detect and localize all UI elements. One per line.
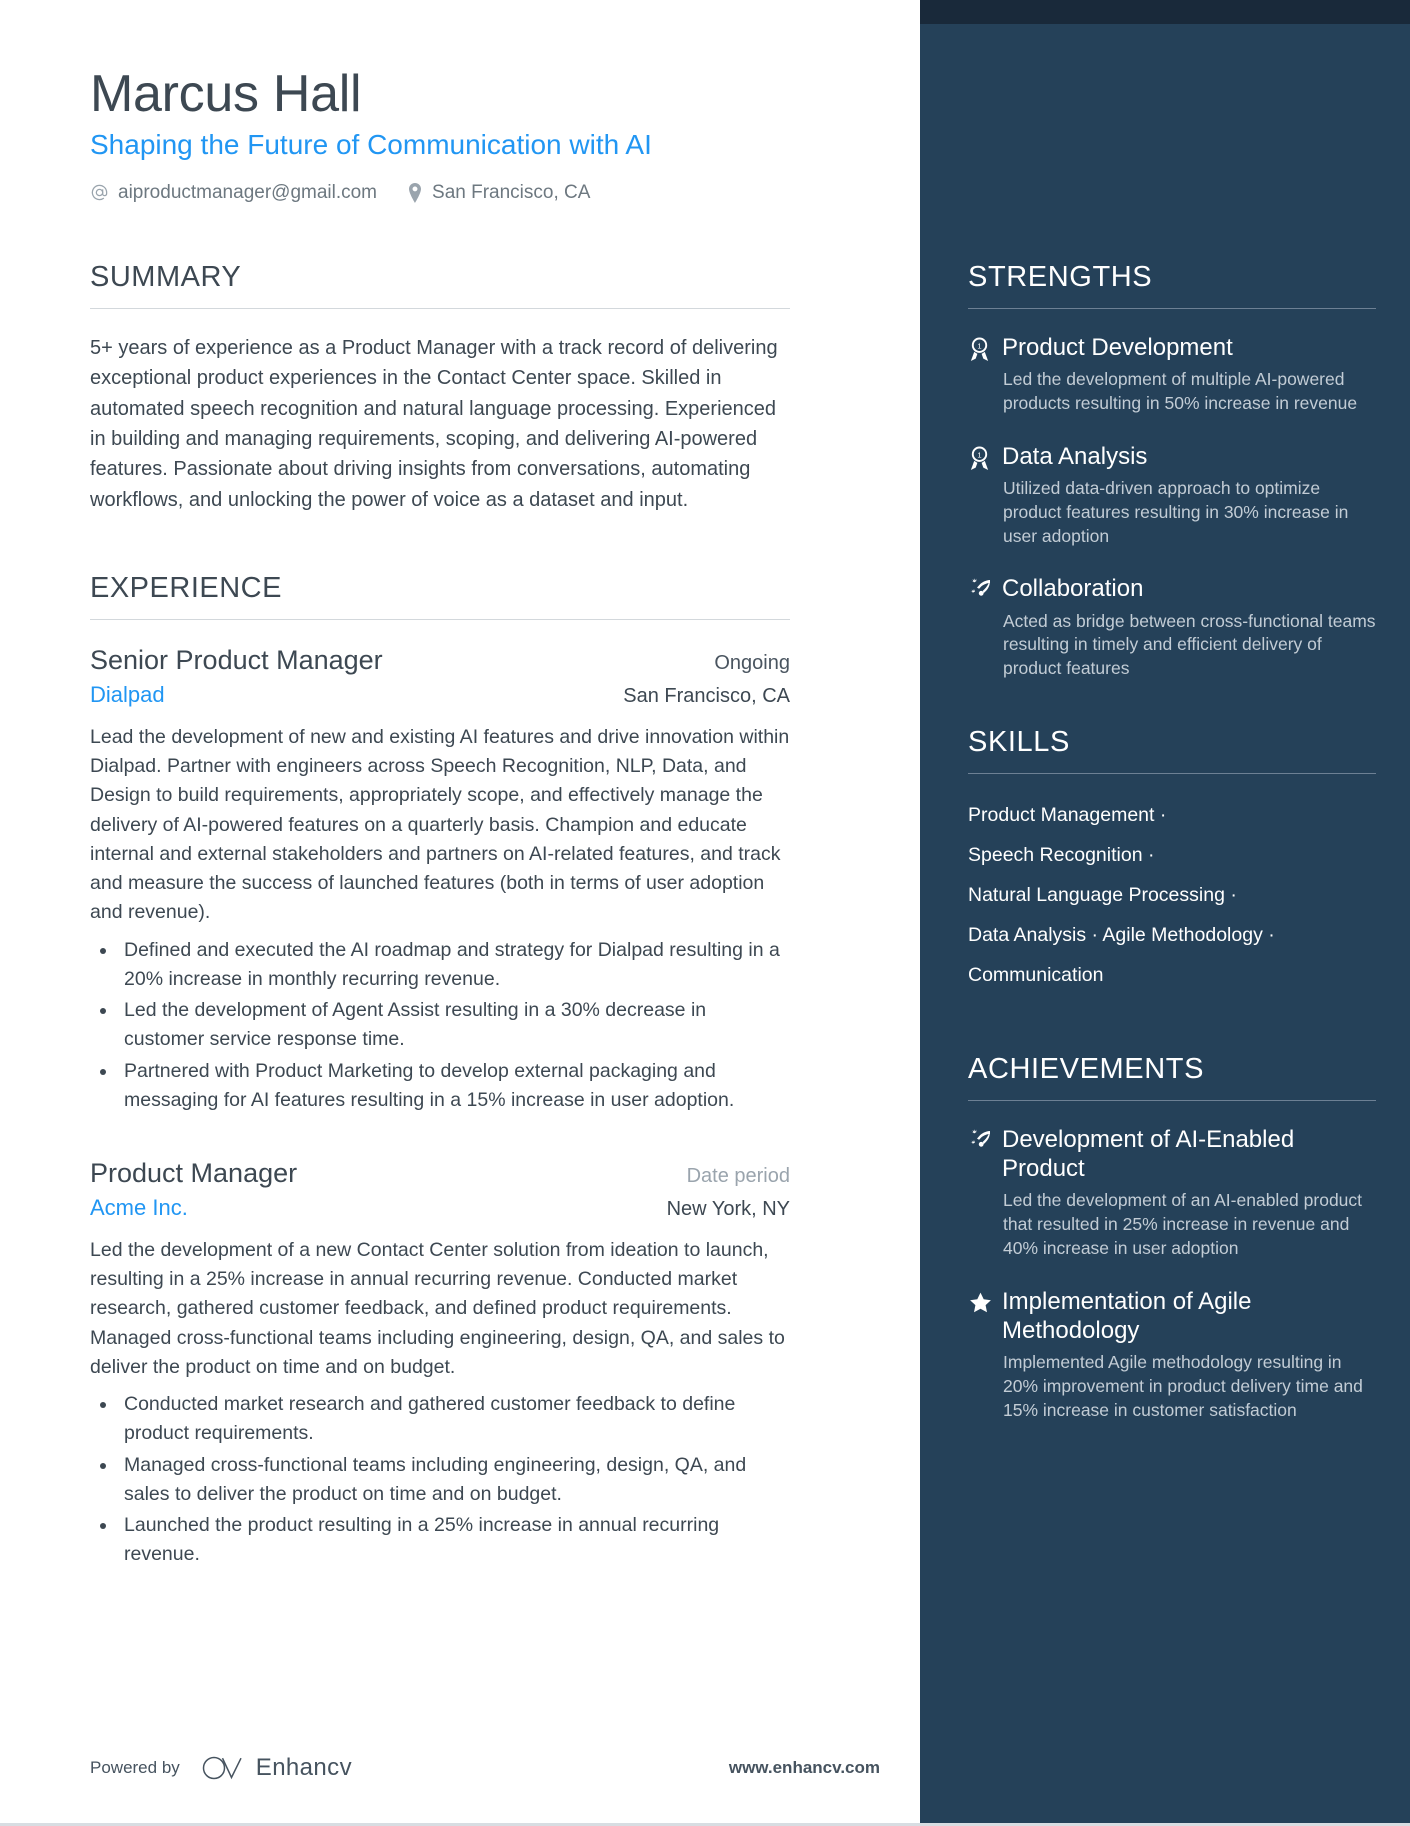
skills-list: Product Management · Speech Recognition … [968, 796, 1376, 996]
section-summary: SUMMARY 5+ years of experience as a Prod… [90, 260, 790, 515]
rocket-icon [968, 574, 1002, 602]
star-icon [968, 1287, 1002, 1315]
strength-item-title: Collaboration [1002, 575, 1144, 603]
job-bullet-list: Conducted market research and gathered c… [90, 1390, 790, 1570]
list-item: Partnered with Product Marketing to deve… [90, 1057, 790, 1116]
map-pin-icon [407, 182, 423, 203]
footer: Powered by Enhancv www.enhancv.com [90, 1754, 880, 1782]
strength-item-title: Product Development [1002, 333, 1233, 361]
list-item: Managed cross-functional teams including… [90, 1451, 790, 1510]
list-item: Led the development of Agent Assist resu… [90, 996, 790, 1055]
resume-page: Marcus Hall Shaping the Future of Commun… [0, 0, 1410, 1826]
experience-title: EXPERIENCE [90, 572, 282, 605]
sidebar-content: STRENGTHS 1 Product Development Led the [968, 0, 1376, 1423]
achievement-item-body: Development of AI-Enabled Product Led th… [1002, 1125, 1376, 1261]
svg-text:1: 1 [977, 341, 981, 350]
strength-item-description: Utilized data-driven approach to optimiz… [1003, 478, 1349, 546]
achievement-item-title: Development of AI-Enabled Product [1002, 1125, 1295, 1182]
job-description: Led the development of a new Contact Cen… [90, 1238, 785, 1378]
main-column: Marcus Hall Shaping the Future of Commun… [0, 0, 920, 1823]
footer-url[interactable]: www.enhancv.com [729, 1758, 880, 1778]
achievement-item: Development of AI-Enabled Product Led th… [968, 1125, 1376, 1261]
footer-powered-by: Powered by [90, 1758, 180, 1777]
enhancv-logo-icon [202, 1755, 244, 1781]
experience-divider [90, 619, 790, 621]
summary-divider [90, 307, 790, 309]
experience-item-header: Product Manager Date period [90, 1157, 790, 1189]
section-experience: EXPERIENCE Senior Product Manager Ongoin… [90, 572, 790, 1570]
sidebar: STRENGTHS 1 Product Development Led the [920, 0, 1410, 1823]
summary-text: 5+ years of experience as a Product Mana… [90, 336, 778, 511]
skill-line: Product Management · [968, 803, 1167, 826]
job-date: Ongoing [714, 652, 790, 675]
achievements-title: ACHIEVEMENTS [968, 1052, 1205, 1085]
experience-item: Senior Product Manager Ongoing Dialpad S… [90, 644, 790, 1115]
strength-item-title: Data Analysis [1002, 442, 1148, 470]
achievement-item-title: Implementation of Agile Methodology [1002, 1287, 1252, 1344]
skills-title: SKILLS [968, 726, 1070, 759]
contact-row: aiproductmanager@gmail.com San Francisco… [90, 182, 790, 204]
job-description: Lead the development of new and existing… [90, 725, 790, 924]
section-skills: SKILLS Product Management · Speech Recog… [968, 726, 1376, 996]
experience-item-subheader: Dialpad San Francisco, CA [90, 682, 790, 708]
experience-item-subheader: Acme Inc. New York, NY [90, 1195, 790, 1221]
strength-item: 1 Data Analysis Utilized data-driven app… [968, 442, 1376, 549]
section-strengths: STRENGTHS 1 Product Development Led the [968, 261, 1376, 681]
rocket-icon [968, 1125, 1002, 1153]
strengths-divider [968, 307, 1376, 309]
award-medal-icon: 1 [968, 333, 1002, 362]
achievements-divider [968, 1099, 1376, 1101]
job-company[interactable]: Dialpad [90, 682, 165, 708]
strengths-title: STRENGTHS [968, 261, 1153, 293]
strength-item-body: Data Analysis Utilized data-driven appro… [1002, 442, 1376, 549]
achievement-item-description: Led the development of an AI-enabled pro… [1003, 1190, 1363, 1258]
summary-title: SUMMARY [90, 260, 242, 293]
svg-text:1: 1 [977, 450, 981, 459]
contact-email-text: aiproductmanager@gmail.com [118, 181, 378, 203]
experience-item: Product Manager Date period Acme Inc. Ne… [90, 1157, 790, 1570]
award-medal-icon: 1 [968, 442, 1002, 471]
strength-item: 1 Product Development Led the developmen… [968, 333, 1376, 416]
footer-brand: Enhancv [202, 1754, 352, 1782]
strength-item-body: Product Development Led the development … [1002, 333, 1376, 416]
job-company[interactable]: Acme Inc. [90, 1195, 188, 1221]
job-location: New York, NY [666, 1198, 790, 1221]
skill-line: Natural Language Processing · [968, 883, 1237, 906]
job-bullet-list: Defined and executed the AI roadmap and … [90, 936, 790, 1116]
strength-item: Collaboration Acted as bridge between cr… [968, 574, 1376, 681]
section-achievements: ACHIEVEMENTS Development of AI-Enabled P… [968, 1052, 1376, 1423]
strength-item-description: Acted as bridge between cross-functional… [1003, 610, 1376, 679]
skill-line: Data Analysis · Agile Methodology · [968, 923, 1275, 946]
footer-brand-name: Enhancv [255, 1754, 352, 1781]
strength-item-body: Collaboration Acted as bridge between cr… [1002, 574, 1376, 681]
list-item: Conducted market research and gathered c… [90, 1390, 790, 1449]
skill-line: Speech Recognition · [968, 843, 1155, 866]
contact-email[interactable]: aiproductmanager@gmail.com [90, 182, 377, 204]
job-location: San Francisco, CA [623, 685, 790, 708]
experience-item-header: Senior Product Manager Ongoing [90, 644, 790, 676]
achievement-item-description: Implemented Agile methodology resulting … [1003, 1352, 1363, 1420]
contact-location-text: San Francisco, CA [432, 181, 591, 203]
page-title: Marcus Hall [90, 65, 362, 123]
skill-line: Communication [968, 963, 1104, 986]
at-sign-icon [90, 183, 109, 202]
contact-location: San Francisco, CA [407, 182, 590, 204]
job-title: Senior Product Manager [90, 645, 383, 676]
list-item: Launched the product resulting in a 25% … [90, 1511, 790, 1570]
job-date: Date period [686, 1165, 790, 1188]
achievement-item: Implementation of Agile Methodology Impl… [968, 1287, 1376, 1423]
list-item: Defined and executed the AI roadmap and … [90, 936, 790, 995]
headline: Shaping the Future of Communication with… [90, 129, 652, 161]
job-title: Product Manager [90, 1158, 298, 1189]
strength-item-description: Led the development of multiple AI-power… [1003, 369, 1358, 413]
skills-divider [968, 772, 1376, 774]
achievement-item-body: Implementation of Agile Methodology Impl… [1002, 1287, 1376, 1423]
